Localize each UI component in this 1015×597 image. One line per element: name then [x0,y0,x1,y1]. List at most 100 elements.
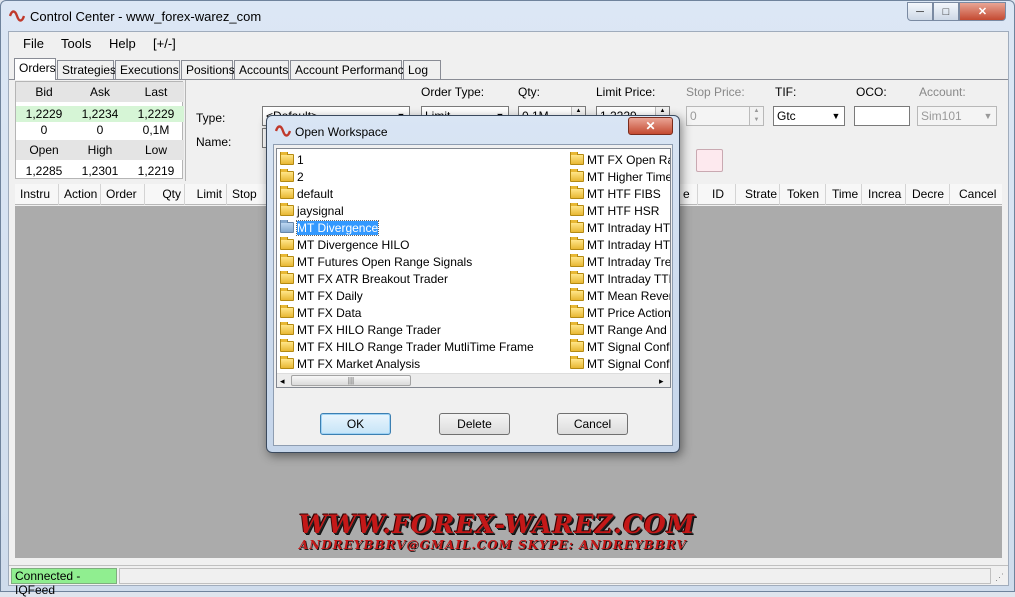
workspace-item[interactable]: MT FX Daily [280,288,565,305]
scroll-right-icon[interactable]: ▸ [659,374,664,388]
order-type-label: Order Type: [421,85,485,99]
workspace-item[interactable]: MT Mean Reversio [570,288,670,305]
tab-executions[interactable]: Executions [115,60,180,79]
tif-label: TIF: [775,85,797,99]
ok-button[interactable]: OK [320,413,391,435]
workspace-item[interactable]: jaysignal [280,203,565,220]
workspace-item-label: MT Intraday Trend [587,255,670,269]
workspace-item[interactable]: 1 [280,152,565,169]
workspace-item[interactable]: default [280,186,565,203]
tab-account-performance[interactable]: Account Performance [290,60,410,79]
menu-tools[interactable]: Tools [61,36,91,51]
folder-icon [280,305,294,318]
workspace-item[interactable]: MT Signal Conflue [570,339,670,356]
bid-header: Bid [16,82,72,102]
workspace-list[interactable]: 1 2 default jaysignal MT Divergence MT Diverg… [276,148,671,388]
close-button[interactable]: ✕ [959,2,1006,21]
col-qty[interactable]: Qty [145,184,185,205]
workspace-item-label: MT Range And Tre [587,323,670,337]
folder-icon [570,322,584,335]
folder-icon [570,237,584,250]
workspace-item-label: MT Signal Conflue [587,357,670,371]
workspace-item[interactable]: MT FX Open Rang [570,152,670,169]
horizontal-scrollbar[interactable]: ◂ ||| ▸ [277,373,670,387]
workspace-item[interactable]: MT Divergence HILO [280,237,565,254]
oco-input[interactable] [854,106,910,126]
workspace-item-label: MT Signal Conflue [587,340,670,354]
col-time[interactable]: Time [826,184,862,205]
workspace-item-label: MT FX HILO Range Trader MutliTime Frame [297,340,534,354]
spin-arrows-icon[interactable]: ▲▼ [749,107,763,125]
tab-accounts[interactable]: Accounts [234,60,289,79]
workspace-item-label: MT FX HILO Range Trader [297,323,441,337]
workspace-item[interactable]: MT HTF HSR [570,203,670,220]
account-dropdown[interactable]: Sim101 ▼ [917,106,997,126]
action-button-edge[interactable] [696,149,723,172]
workspace-item[interactable]: MT Price Action El [570,305,670,322]
workspace-item[interactable]: MT HTF FIBS [570,186,670,203]
minimize-button[interactable]: ─ [907,2,933,21]
maximize-button[interactable]: □ [933,2,959,21]
workspace-item[interactable]: MT Intraday HTF L [570,220,670,237]
bid-size: 0 [40,123,48,137]
workspace-item-label: 2 [297,170,304,184]
ask-value: 1,2234 [72,106,128,122]
workspace-item[interactable]: MT FX Data [280,305,565,322]
col-partial[interactable]: e [678,184,698,205]
col-token[interactable]: Token [780,184,826,205]
folder-icon [280,186,294,199]
window-title: Control Center - www_forex-warez_com [30,9,262,24]
col-instrument[interactable]: Instru [15,184,59,205]
resize-grip-icon[interactable]: ⋰ [995,572,1004,583]
menu-file[interactable]: File [23,36,44,51]
app-logo-icon [275,125,291,137]
stop-price-stepper[interactable]: 0 ▲ ▼ [686,106,764,126]
menu-help[interactable]: Help [109,36,136,51]
col-limit[interactable]: Limit [185,184,227,205]
col-action[interactable]: Action [59,184,101,205]
workspace-item[interactable]: MT FX HILO Range Trader [280,322,565,339]
col-order[interactable]: Order [101,184,145,205]
folder-icon [570,288,584,301]
workspace-item-label: MT HTF HSR [587,204,660,218]
tab-orders[interactable]: Orders [14,58,56,80]
folder-icon [280,203,294,216]
workspace-item[interactable]: MT FX Market Analysis [280,356,565,373]
workspace-item[interactable]: 2 [280,169,565,186]
tab-strategies[interactable]: Strategies [57,60,116,79]
workspace-item[interactable]: MT Futures Open Range Signals [280,254,565,271]
workspace-item[interactable]: MT FX HILO Range Trader MutliTime Frame [280,339,565,356]
folder-icon [280,254,294,267]
tif-dropdown[interactable]: Gtc ▼ [773,106,845,126]
workspace-item[interactable]: MT Intraday Trend [570,254,670,271]
folder-icon [570,339,584,352]
workspace-item[interactable]: MT Intraday HTF L [570,237,670,254]
col-decrease[interactable]: Decre [906,184,950,205]
col-id[interactable]: ID [698,184,736,205]
dialog-close-button[interactable]: ✕ [628,117,673,135]
col-cancel[interactable]: Cancel [950,184,1002,205]
workspace-item-label: MT FX Data [297,306,362,320]
workspace-item[interactable]: MT Signal Conflue [570,356,670,373]
workspace-item[interactable]: MT FX ATR Breakout Trader [280,271,565,288]
workspace-item[interactable]: MT Higher Time Fr [570,169,670,186]
workspace-item[interactable]: MT Intraday TTF F [570,271,670,288]
workspace-item[interactable]: MT Range And Tre [570,322,670,339]
workspace-item-label: MT Divergence HILO [297,238,410,252]
workspace-item-label: MT Mean Reversio [587,289,670,303]
scroll-left-icon[interactable]: ◂ [280,374,285,388]
delete-button[interactable]: Delete [439,413,510,435]
scroll-thumb[interactable]: ||| [291,375,411,386]
folder-icon [570,186,584,199]
cancel-button[interactable]: Cancel [557,413,628,435]
tab-positions[interactable]: Positions [181,60,235,79]
chevron-down-icon: ▼ [831,111,841,121]
col-strategy[interactable]: Strate [736,184,780,205]
tab-log[interactable]: Log [403,60,441,79]
last-size: 0,1M [142,123,170,137]
menu-expand-toggle[interactable]: [+/-] [153,36,176,51]
workspace-item-label: MT Divergence [295,220,380,236]
col-increase[interactable]: Increa [862,184,906,205]
title-bar[interactable]: Control Center - www_forex-warez_com ─ □… [1,1,1014,31]
workspace-item[interactable]: MT Divergence [280,220,565,237]
